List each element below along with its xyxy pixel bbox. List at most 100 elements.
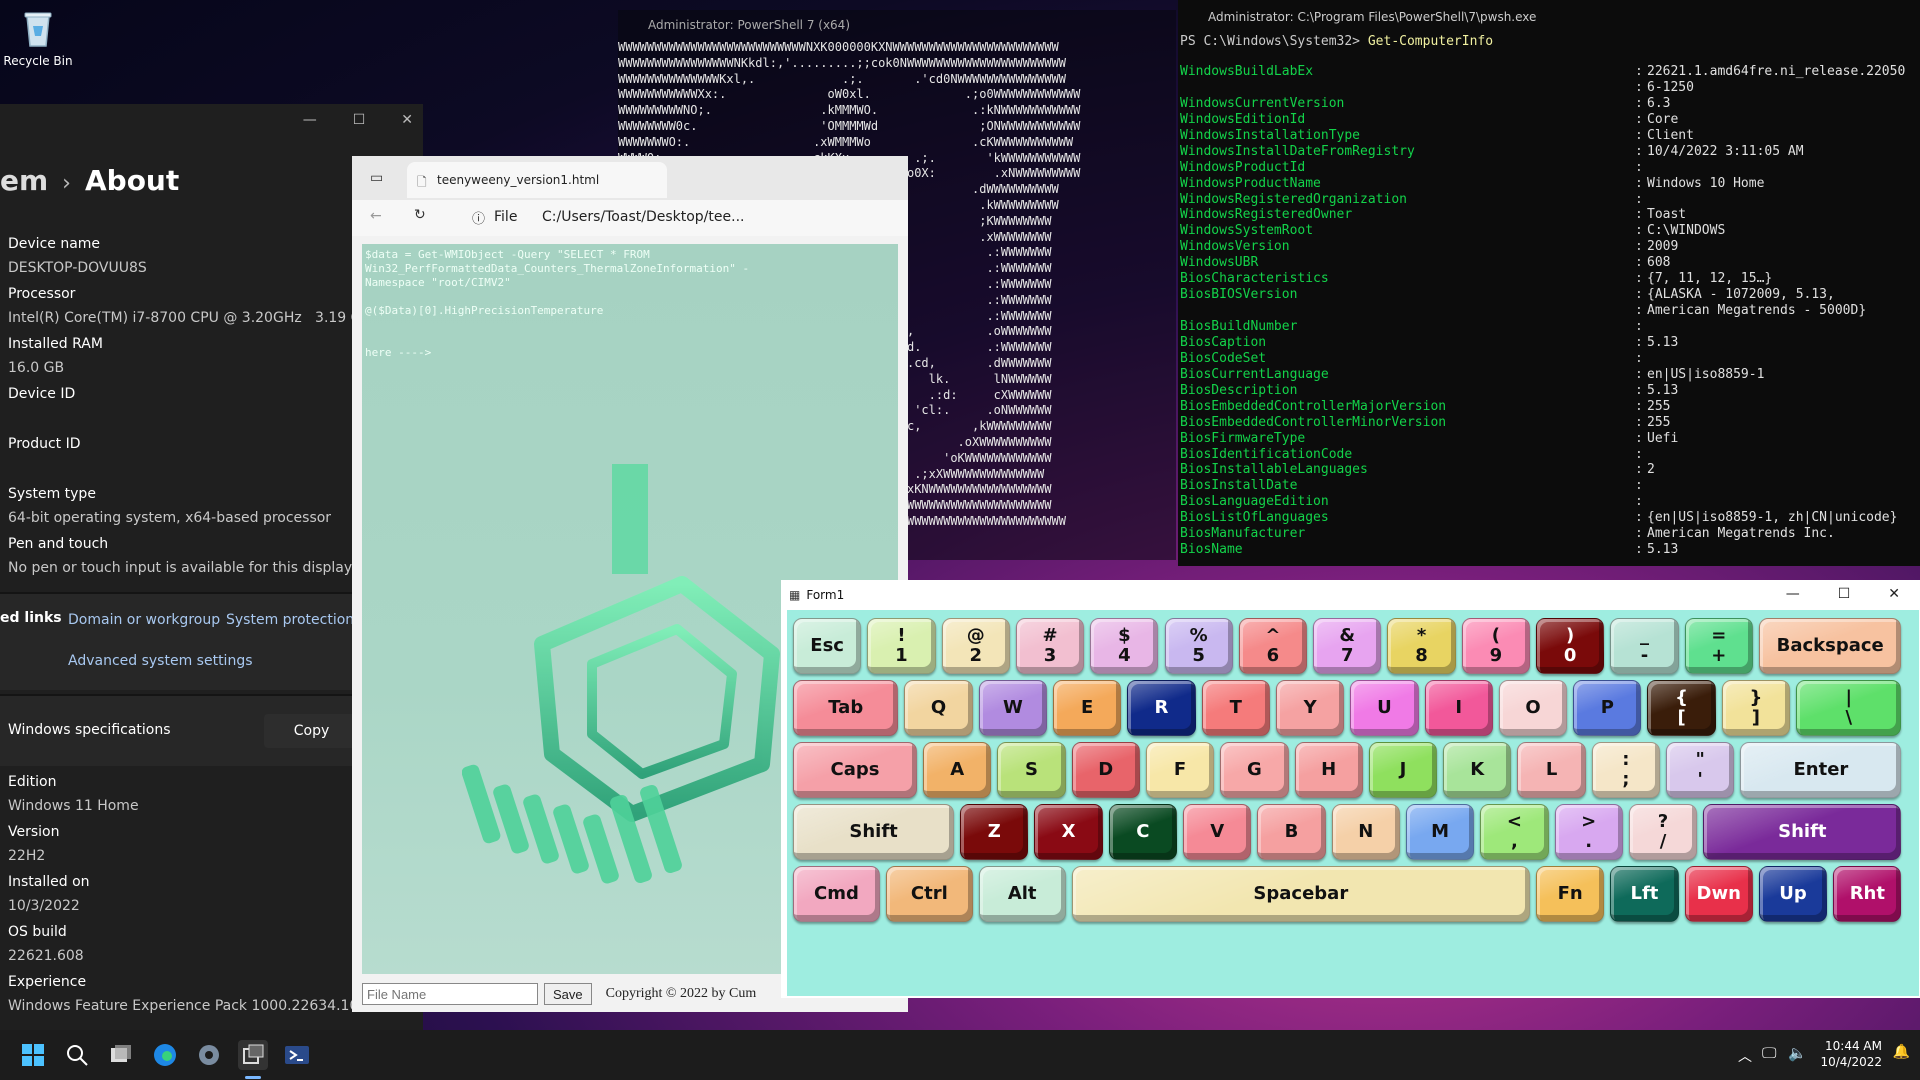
key-d[interactable]: D — [1071, 742, 1140, 798]
key-cmd[interactable]: Cmd — [793, 866, 880, 922]
key[interactable]: :; — [1591, 742, 1661, 798]
key-s[interactable]: S — [997, 742, 1066, 798]
key[interactable]: | \ — [1796, 680, 1902, 736]
key-t[interactable]: T — [1201, 680, 1270, 736]
link-advanced-settings[interactable]: Advanced system settings — [68, 653, 253, 669]
key-u[interactable]: U — [1350, 680, 1419, 736]
key-z[interactable]: Z — [960, 804, 1029, 860]
key-alt[interactable]: Alt — [978, 866, 1066, 922]
taskbar-edge[interactable] — [150, 1040, 180, 1070]
tab-teenyweeny[interactable]: 🗋 teenyweeny_version1.html — [407, 162, 667, 198]
info-value: American Megatrends Inc. — [1647, 526, 1835, 542]
key-e[interactable]: E — [1053, 680, 1122, 736]
key-p[interactable]: P — [1573, 680, 1642, 736]
key-fn[interactable]: Fn — [1536, 866, 1605, 922]
key-lft[interactable]: Lft — [1610, 866, 1679, 922]
key-i[interactable]: I — [1424, 680, 1493, 736]
key-label: D — [1098, 759, 1114, 780]
taskbar-powershell[interactable] — [282, 1040, 312, 1070]
key[interactable]: <, — [1480, 804, 1549, 860]
maximize-button[interactable]: ☐ — [353, 112, 366, 128]
back-icon[interactable]: ← — [370, 208, 382, 224]
key[interactable]: ! 1 — [867, 618, 936, 674]
key[interactable]: = + — [1684, 618, 1753, 674]
key-l[interactable]: L — [1517, 742, 1586, 798]
close-button[interactable]: ✕ — [1888, 586, 1900, 602]
key-rht[interactable]: Rht — [1833, 866, 1902, 922]
key-n[interactable]: N — [1331, 804, 1400, 860]
key[interactable]: {[ — [1647, 680, 1716, 736]
key[interactable]: & 7 — [1313, 618, 1382, 674]
search-button[interactable] — [62, 1040, 92, 1070]
key-spacebar[interactable]: Spacebar — [1071, 866, 1530, 922]
key-a[interactable]: A — [923, 742, 992, 798]
key-backspace[interactable]: Backspace — [1758, 618, 1902, 674]
minimize-button[interactable]: — — [1786, 586, 1800, 602]
key-g[interactable]: G — [1220, 742, 1289, 798]
key-v[interactable]: V — [1183, 804, 1252, 860]
key[interactable]: $4 — [1090, 618, 1159, 674]
address-url[interactable]: C:/Users/Toast/Desktop/tee... — [542, 209, 744, 225]
key-caps[interactable]: Caps — [793, 742, 918, 798]
key[interactable]: }] — [1721, 680, 1791, 736]
key[interactable]: ^ 6 — [1238, 618, 1308, 674]
key-up[interactable]: Up — [1758, 866, 1828, 922]
key-ctrl[interactable]: Ctrl — [885, 866, 973, 922]
info-separator: : — [1635, 494, 1643, 510]
save-button[interactable]: Save — [544, 983, 592, 1005]
tab-actions-icon[interactable]: ▭ — [370, 170, 383, 186]
task-view-button[interactable] — [106, 1040, 136, 1070]
key-shift[interactable]: Shift — [793, 804, 955, 860]
key-f[interactable]: F — [1145, 742, 1215, 798]
breadcrumb-parent[interactable]: em — [0, 164, 48, 197]
start-button[interactable] — [18, 1040, 48, 1070]
key-j[interactable]: J — [1368, 742, 1438, 798]
maximize-button[interactable]: ☐ — [1838, 586, 1851, 602]
command-prompt[interactable]: PS C:\Windows\System32> Get-ComputerInfo — [1178, 34, 1920, 49]
key-q[interactable]: Q — [904, 680, 973, 736]
clock[interactable]: 10:44 AM 10/4/2022 — [1820, 1038, 1882, 1070]
info-icon[interactable]: ⓘ — [472, 208, 485, 227]
key-w[interactable]: W — [978, 680, 1048, 736]
chevron-up-icon[interactable]: ︿ — [1738, 1046, 1752, 1066]
key-k[interactable]: K — [1443, 742, 1512, 798]
key[interactable]: * 8 — [1387, 618, 1456, 674]
info-key: BiosDescription — [1180, 382, 1298, 398]
key[interactable]: _ - — [1610, 618, 1679, 674]
network-icon[interactable]: 🖵 — [1762, 1044, 1776, 1062]
link-domain-workgroup[interactable]: Domain or workgroup — [68, 612, 220, 628]
key-enter[interactable]: Enter — [1740, 742, 1902, 798]
key[interactable]: % 5 — [1164, 618, 1233, 674]
key[interactable]: #3 — [1015, 618, 1085, 674]
notification-icon[interactable]: 🔔 — [1893, 1044, 1910, 1060]
taskbar-form-app[interactable] — [238, 1040, 268, 1070]
minimize-button[interactable]: — — [303, 112, 317, 128]
key[interactable]: @2 — [941, 618, 1010, 674]
key-b[interactable]: B — [1257, 804, 1326, 860]
key[interactable]: ? / — [1628, 804, 1698, 860]
key[interactable]: (9 — [1461, 618, 1530, 674]
link-system-protection[interactable]: System protection — [226, 612, 354, 628]
refresh-icon[interactable]: ↻ — [414, 207, 426, 223]
copy-button[interactable]: Copy — [264, 714, 359, 748]
key-c[interactable]: C — [1108, 804, 1178, 860]
key-x[interactable]: X — [1034, 804, 1103, 860]
key-o[interactable]: O — [1498, 680, 1568, 736]
info-value: Core — [1647, 111, 1679, 127]
key-dwn[interactable]: Dwn — [1684, 866, 1753, 922]
key-tab[interactable]: Tab — [793, 680, 899, 736]
key-esc[interactable]: Esc — [793, 618, 862, 674]
close-button[interactable]: ✕ — [401, 112, 413, 128]
taskbar-settings[interactable] — [194, 1040, 224, 1070]
key-h[interactable]: H — [1294, 742, 1363, 798]
key-r[interactable]: R — [1127, 680, 1196, 736]
file-name-input[interactable] — [362, 983, 538, 1005]
key[interactable]: ) 0 — [1536, 618, 1605, 674]
key[interactable]: " ' — [1666, 742, 1735, 798]
key[interactable]: >. — [1554, 804, 1623, 860]
recycle-bin-shortcut[interactable]: Recycle Bin — [2, 8, 74, 68]
key-y[interactable]: Y — [1275, 680, 1345, 736]
key-m[interactable]: M — [1405, 804, 1475, 860]
volume-icon[interactable]: 🔈 — [1788, 1044, 1807, 1062]
key-shift[interactable]: Shift — [1703, 804, 1902, 860]
